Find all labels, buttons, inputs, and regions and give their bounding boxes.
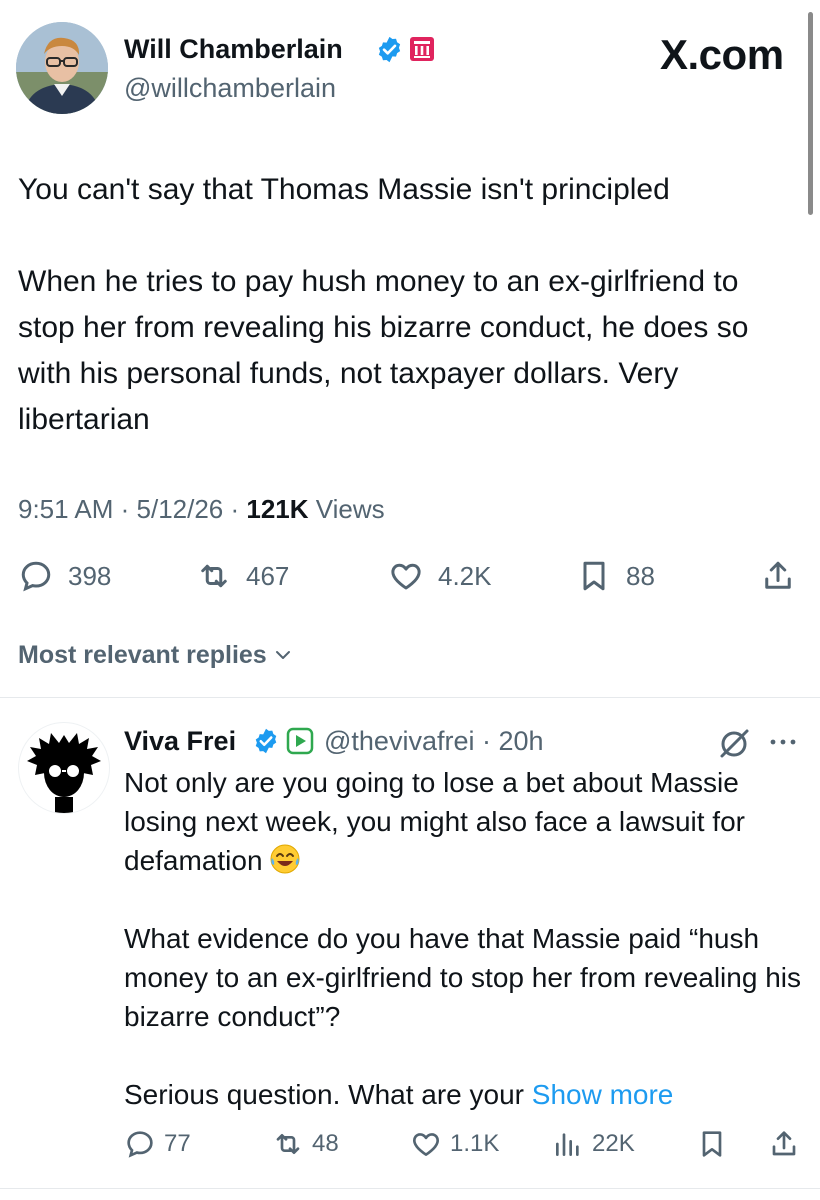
reply-button[interactable]: 398 <box>18 556 111 596</box>
author-avatar[interactable] <box>16 22 108 114</box>
reply-paragraph: Serious question. What are your Show mor… <box>124 1075 814 1114</box>
reply-repost-button[interactable]: 48 <box>272 1126 339 1162</box>
replies-sort-dropdown[interactable]: Most relevant replies <box>18 640 293 670</box>
divider <box>0 1188 820 1189</box>
reply-paragraph-text: Serious question. What are your <box>124 1079 524 1110</box>
repost-icon <box>276 1134 300 1154</box>
tweet-paragraph: You can't say that Thomas Massie isn't p… <box>18 173 670 206</box>
share-button[interactable] <box>760 556 796 596</box>
chevron-down-icon <box>275 651 290 659</box>
share-icon <box>772 1131 796 1156</box>
laughing-emoji-icon <box>269 843 301 875</box>
like-count: 4.2K <box>438 560 492 591</box>
reply-age[interactable]: 20h <box>498 726 543 756</box>
reply-views-button[interactable]: 22K <box>552 1126 635 1162</box>
more-icon[interactable] <box>766 730 800 754</box>
reply-repost-count: 48 <box>312 1130 339 1157</box>
like-icon <box>413 1133 439 1156</box>
like-icon <box>391 563 421 590</box>
verified-icon <box>375 35 404 64</box>
reply-bookmark-button[interactable] <box>696 1126 728 1162</box>
reply-avatar[interactable] <box>18 722 110 814</box>
author-name[interactable]: Will Chamberlain <box>124 33 343 65</box>
like-button[interactable]: 4.2K <box>388 556 492 596</box>
reply-icon <box>21 561 51 592</box>
views-icon <box>556 1133 579 1156</box>
reply-reply-button[interactable]: 77 <box>124 1126 191 1162</box>
reply-count: 398 <box>68 560 112 591</box>
bookmark-count: 88 <box>626 560 655 591</box>
reply-author-handle[interactable]: @thevivafrei <box>324 726 474 756</box>
bookmark-icon <box>702 1131 722 1157</box>
reply-icon <box>127 1131 153 1158</box>
tweet-date[interactable]: 5/12/26 <box>137 494 224 524</box>
show-more-link[interactable]: Show more <box>532 1079 674 1110</box>
reply-like-button[interactable]: 1.1K <box>410 1126 499 1162</box>
verified-icon <box>252 727 280 755</box>
tweet-text: You can't say that Thomas Massie isn't p… <box>18 167 798 443</box>
reply-author-name[interactable]: Viva Frei <box>124 725 236 757</box>
repost-count: 467 <box>246 560 290 591</box>
bookmark-button[interactable]: 88 <box>576 556 655 596</box>
reply-handle-line: @thevivafrei · 20h <box>324 726 544 756</box>
tweet-time[interactable]: 9:51 AM <box>18 494 113 524</box>
reply-share-button[interactable] <box>768 1126 800 1162</box>
share-icon <box>765 561 791 589</box>
play-badge-icon <box>286 727 314 755</box>
site-label: X.com <box>660 31 784 78</box>
tweet-paragraph: When he tries to pay hush money to an ex… <box>18 265 749 436</box>
reply-like-count: 1.1K <box>450 1130 500 1157</box>
reply-paragraph: Not only are you going to lose a bet abo… <box>124 763 814 880</box>
reply-paragraph-text: Not only are you going to lose a bet abo… <box>124 767 745 876</box>
views-label: Views <box>315 494 385 524</box>
replies-sort-label: Most relevant replies <box>18 641 267 669</box>
tweet-meta: 9:51 AM · 5/12/26 · 121K Views <box>18 494 385 524</box>
author-handle[interactable]: @willchamberlain <box>124 72 336 104</box>
grok-icon[interactable] <box>716 726 752 762</box>
bookmark-icon <box>583 561 605 591</box>
reply-views-count: 22K <box>592 1130 635 1157</box>
views-count: 121K <box>246 494 309 524</box>
government-badge-icon <box>409 36 435 62</box>
divider <box>0 697 820 698</box>
scrollbar[interactable] <box>808 12 813 215</box>
reply-reply-count: 77 <box>164 1130 191 1157</box>
reply-text: Not only are you going to lose a bet abo… <box>124 763 814 1114</box>
repost-icon <box>201 564 227 588</box>
reply-paragraph: What evidence do you have that Massie pa… <box>124 923 801 1032</box>
repost-button[interactable]: 467 <box>196 556 289 596</box>
